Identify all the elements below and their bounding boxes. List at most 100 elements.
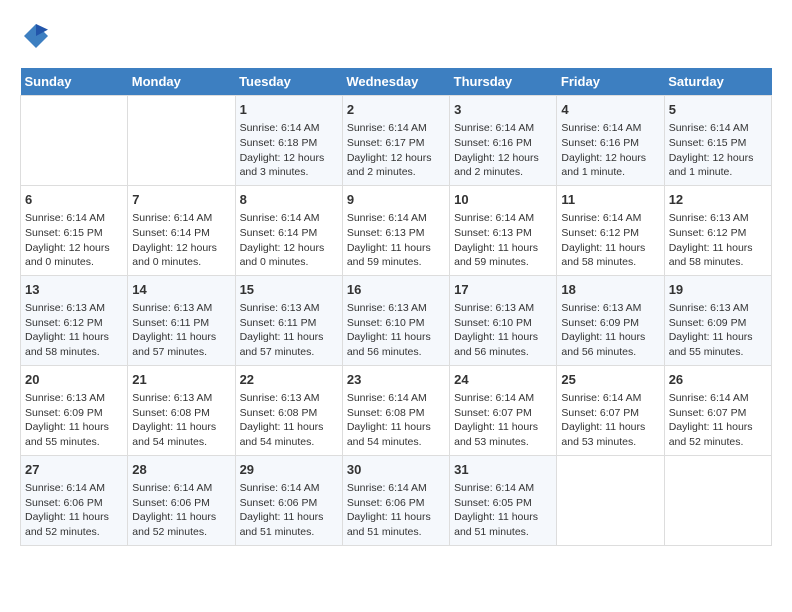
- day-info: Sunrise: 6:14 AMSunset: 6:06 PMDaylight:…: [132, 481, 230, 540]
- day-info: Sunrise: 6:14 AMSunset: 6:17 PMDaylight:…: [347, 121, 445, 180]
- week-row-3: 13 Sunrise: 6:13 AMSunset: 6:12 PMDayligh…: [21, 275, 772, 365]
- calendar-cell: 2 Sunrise: 6:14 AMSunset: 6:17 PMDaylight…: [342, 96, 449, 186]
- day-info: Sunrise: 6:13 AMSunset: 6:10 PMDaylight:…: [454, 301, 552, 360]
- calendar-cell: 24Sunrise: 6:14 AMSunset: 6:07 PMDayligh…: [450, 365, 557, 455]
- day-info: Sunrise: 6:14 AMSunset: 6:16 PMDaylight:…: [561, 121, 659, 180]
- day-number: 1: [240, 101, 338, 119]
- day-info: Sunrise: 6:14 AMSunset: 6:16 PMDaylight:…: [454, 121, 552, 180]
- logo: [20, 20, 56, 52]
- calendar-cell: 7 Sunrise: 6:14 AMSunset: 6:14 PMDaylight…: [128, 185, 235, 275]
- day-number: 3: [454, 101, 552, 119]
- calendar-cell: 9 Sunrise: 6:14 AMSunset: 6:13 PMDaylight…: [342, 185, 449, 275]
- day-info: Sunrise: 6:14 AMSunset: 6:13 PMDaylight:…: [347, 211, 445, 270]
- day-number: 7: [132, 191, 230, 209]
- header-saturday: Saturday: [664, 68, 771, 96]
- calendar-cell: 31 Sunrise: 6:14 AMSunset: 6:05 PMDayligh…: [450, 455, 557, 545]
- calendar-table: SundayMondayTuesdayWednesdayThursdayFrid…: [20, 68, 772, 546]
- day-info: Sunrise: 6:13 AMSunset: 6:12 PMDaylight:…: [669, 211, 767, 270]
- day-number: 15: [240, 281, 338, 299]
- calendar-cell: [128, 96, 235, 186]
- calendar-cell: 4 Sunrise: 6:14 AMSunset: 6:16 PMDaylight…: [557, 96, 664, 186]
- header-sunday: Sunday: [21, 68, 128, 96]
- day-number: 13: [25, 281, 123, 299]
- calendar-cell: [664, 455, 771, 545]
- calendar-cell: 27 Sunrise: 6:14 AMSunset: 6:06 PMDayligh…: [21, 455, 128, 545]
- logo-icon: [20, 20, 52, 52]
- day-number: 2: [347, 101, 445, 119]
- day-info: Sunrise: 6:14 AMSunset: 6:06 PMDaylight:…: [25, 481, 123, 540]
- calendar-cell: 16 Sunrise: 6:13 AMSunset: 6:10 PMDayligh…: [342, 275, 449, 365]
- calendar-cell: 22 Sunrise: 6:13 AMSunset: 6:08 PMDayligh…: [235, 365, 342, 455]
- day-number: 21: [132, 371, 230, 389]
- day-info: Sunrise: 6:14 AMSunset: 6:08 PMDaylight:…: [347, 391, 445, 450]
- calendar-cell: 13 Sunrise: 6:13 AMSunset: 6:12 PMDayligh…: [21, 275, 128, 365]
- day-number: 24: [454, 371, 552, 389]
- day-number: 29: [240, 461, 338, 479]
- day-info: Sunrise: 6:14 AMSunset: 6:14 PMDaylight:…: [240, 211, 338, 270]
- calendar-cell: 21 Sunrise: 6:13 AMSunset: 6:08 PMDayligh…: [128, 365, 235, 455]
- calendar-cell: 5 Sunrise: 6:14 AMSunset: 6:15 PMDaylight…: [664, 96, 771, 186]
- calendar-cell: 10Sunrise: 6:14 AMSunset: 6:13 PMDayligh…: [450, 185, 557, 275]
- day-number: 31: [454, 461, 552, 479]
- day-number: 10: [454, 191, 552, 209]
- day-info: Sunrise: 6:14 AMSunset: 6:07 PMDaylight:…: [561, 391, 659, 450]
- day-number: 9: [347, 191, 445, 209]
- day-number: 14: [132, 281, 230, 299]
- day-info: Sunrise: 6:13 AMSunset: 6:12 PMDaylight:…: [25, 301, 123, 360]
- calendar-cell: 11Sunrise: 6:14 AMSunset: 6:12 PMDayligh…: [557, 185, 664, 275]
- header-monday: Monday: [128, 68, 235, 96]
- week-row-1: 1Sunrise: 6:14 AMSunset: 6:18 PMDaylight…: [21, 96, 772, 186]
- day-number: 27: [25, 461, 123, 479]
- day-number: 20: [25, 371, 123, 389]
- week-row-5: 27 Sunrise: 6:14 AMSunset: 6:06 PMDayligh…: [21, 455, 772, 545]
- calendar-cell: 26 Sunrise: 6:14 AMSunset: 6:07 PMDayligh…: [664, 365, 771, 455]
- day-info: Sunrise: 6:13 AMSunset: 6:09 PMDaylight:…: [25, 391, 123, 450]
- day-number: 22: [240, 371, 338, 389]
- calendar-cell: 20 Sunrise: 6:13 AMSunset: 6:09 PMDayligh…: [21, 365, 128, 455]
- week-row-2: 6 Sunrise: 6:14 AMSunset: 6:15 PMDaylight…: [21, 185, 772, 275]
- day-info: Sunrise: 6:14 AMSunset: 6:14 PMDaylight:…: [132, 211, 230, 270]
- day-number: 25: [561, 371, 659, 389]
- day-info: Sunrise: 6:13 AMSunset: 6:08 PMDaylight:…: [132, 391, 230, 450]
- calendar-cell: 23 Sunrise: 6:14 AMSunset: 6:08 PMDayligh…: [342, 365, 449, 455]
- day-info: Sunrise: 6:14 AMSunset: 6:12 PMDaylight:…: [561, 211, 659, 270]
- calendar-cell: 1Sunrise: 6:14 AMSunset: 6:18 PMDaylight…: [235, 96, 342, 186]
- header-row: SundayMondayTuesdayWednesdayThursdayFrid…: [21, 68, 772, 96]
- calendar-cell: 3 Sunrise: 6:14 AMSunset: 6:16 PMDaylight…: [450, 96, 557, 186]
- calendar-cell: 28 Sunrise: 6:14 AMSunset: 6:06 PMDayligh…: [128, 455, 235, 545]
- day-number: 17: [454, 281, 552, 299]
- day-number: 8: [240, 191, 338, 209]
- calendar-cell: 18Sunrise: 6:13 AMSunset: 6:09 PMDayligh…: [557, 275, 664, 365]
- day-info: Sunrise: 6:13 AMSunset: 6:08 PMDaylight:…: [240, 391, 338, 450]
- day-info: Sunrise: 6:13 AMSunset: 6:09 PMDaylight:…: [669, 301, 767, 360]
- day-number: 19: [669, 281, 767, 299]
- day-number: 23: [347, 371, 445, 389]
- day-number: 16: [347, 281, 445, 299]
- calendar-body: 1Sunrise: 6:14 AMSunset: 6:18 PMDaylight…: [21, 96, 772, 546]
- day-info: Sunrise: 6:14 AMSunset: 6:06 PMDaylight:…: [347, 481, 445, 540]
- day-info: Sunrise: 6:14 AMSunset: 6:05 PMDaylight:…: [454, 481, 552, 540]
- day-info: Sunrise: 6:14 AMSunset: 6:07 PMDaylight:…: [669, 391, 767, 450]
- calendar-cell: 30Sunrise: 6:14 AMSunset: 6:06 PMDayligh…: [342, 455, 449, 545]
- day-info: Sunrise: 6:14 AMSunset: 6:15 PMDaylight:…: [669, 121, 767, 180]
- header-friday: Friday: [557, 68, 664, 96]
- page-header: [20, 20, 772, 52]
- day-number: 26: [669, 371, 767, 389]
- day-info: Sunrise: 6:13 AMSunset: 6:10 PMDaylight:…: [347, 301, 445, 360]
- calendar-cell: 29 Sunrise: 6:14 AMSunset: 6:06 PMDayligh…: [235, 455, 342, 545]
- calendar-cell: 25 Sunrise: 6:14 AMSunset: 6:07 PMDayligh…: [557, 365, 664, 455]
- calendar-cell: 8 Sunrise: 6:14 AMSunset: 6:14 PMDaylight…: [235, 185, 342, 275]
- day-info: Sunrise: 6:14 AMSunset: 6:06 PMDaylight:…: [240, 481, 338, 540]
- header-thursday: Thursday: [450, 68, 557, 96]
- day-number: 4: [561, 101, 659, 119]
- calendar-cell: 14Sunrise: 6:13 AMSunset: 6:11 PMDayligh…: [128, 275, 235, 365]
- day-number: 6: [25, 191, 123, 209]
- calendar-cell: 19 Sunrise: 6:13 AMSunset: 6:09 PMDayligh…: [664, 275, 771, 365]
- day-info: Sunrise: 6:14 AMSunset: 6:15 PMDaylight:…: [25, 211, 123, 270]
- day-number: 12: [669, 191, 767, 209]
- day-info: Sunrise: 6:13 AMSunset: 6:09 PMDaylight:…: [561, 301, 659, 360]
- day-info: Sunrise: 6:13 AMSunset: 6:11 PMDaylight:…: [240, 301, 338, 360]
- calendar-cell: 15 Sunrise: 6:13 AMSunset: 6:11 PMDayligh…: [235, 275, 342, 365]
- day-number: 28: [132, 461, 230, 479]
- day-number: 5: [669, 101, 767, 119]
